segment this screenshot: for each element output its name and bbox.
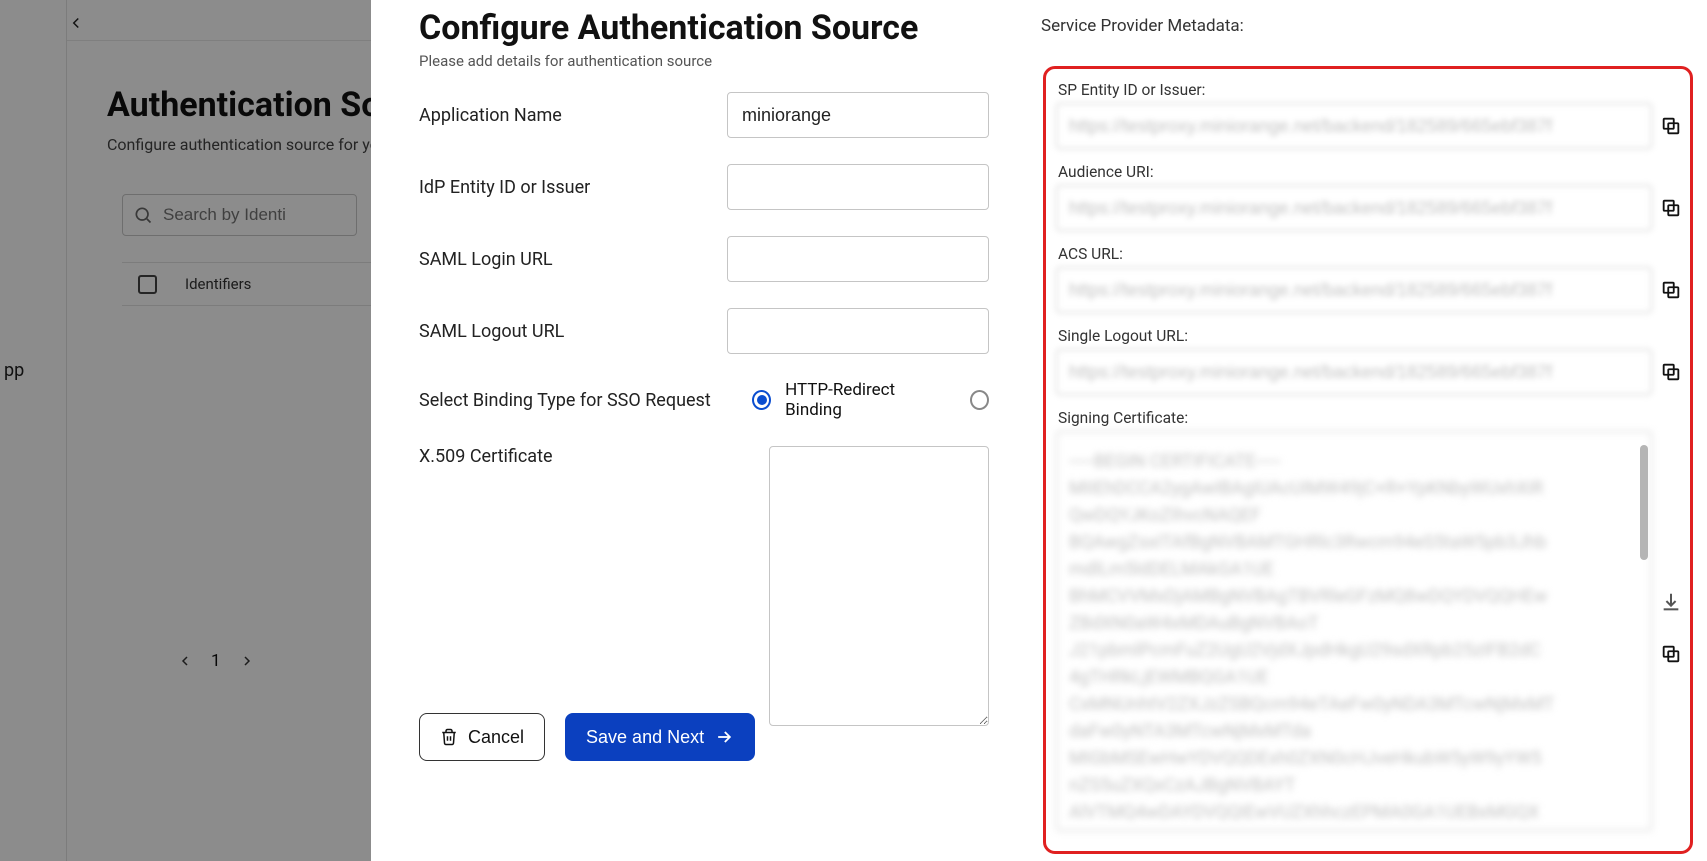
modal-subtitle: Please add details for authentication so…: [419, 52, 989, 70]
copy-audience-button[interactable]: [1660, 197, 1682, 219]
sp-panel-title: Service Provider Metadata:: [1021, 0, 1707, 46]
sp-metadata-panel: Service Provider Metadata: SP Entity ID …: [1021, 0, 1707, 861]
arrow-right-icon: [714, 727, 734, 747]
input-sp-entity[interactable]: [1056, 103, 1652, 149]
download-icon: [1660, 591, 1682, 613]
input-idp-entity[interactable]: [727, 164, 989, 210]
copy-icon: [1660, 279, 1682, 301]
sp-metadata-box: SP Entity ID or Issuer: Audience URI: AC…: [1043, 66, 1693, 854]
input-saml-login[interactable]: [727, 236, 989, 282]
copy-icon: [1660, 115, 1682, 137]
input-slo[interactable]: [1056, 349, 1652, 395]
copy-acs-button[interactable]: [1660, 279, 1682, 301]
cancel-button[interactable]: Cancel: [419, 713, 545, 761]
trash-icon: [440, 728, 458, 746]
input-audience[interactable]: [1056, 185, 1652, 231]
input-app-name[interactable]: [727, 92, 989, 138]
label-sp-entity: SP Entity ID or Issuer:: [1058, 81, 1682, 99]
copy-cert-button[interactable]: [1660, 643, 1682, 665]
label-binding-type: Select Binding Type for SSO Request: [419, 390, 752, 411]
label-idp-entity: IdP Entity ID or Issuer: [419, 177, 727, 198]
save-next-button[interactable]: Save and Next: [565, 713, 755, 761]
radio-other-binding[interactable]: [970, 390, 989, 410]
cancel-label: Cancel: [468, 727, 524, 748]
label-cert: Signing Certificate:: [1058, 409, 1682, 427]
label-app-name: Application Name: [419, 105, 727, 126]
download-cert-button[interactable]: [1660, 591, 1682, 613]
copy-icon: [1660, 643, 1682, 665]
label-acs: ACS URL:: [1058, 245, 1682, 263]
label-saml-logout: SAML Logout URL: [419, 321, 727, 342]
copy-icon: [1660, 361, 1682, 383]
input-acs[interactable]: [1056, 267, 1652, 313]
label-x509: X.509 Certificate: [419, 446, 769, 467]
modal-title: Configure Authentication Source: [419, 8, 989, 48]
label-slo: Single Logout URL:: [1058, 327, 1682, 345]
input-saml-logout[interactable]: [727, 308, 989, 354]
radio-http-redirect-label: HTTP-Redirect Binding: [785, 380, 946, 420]
copy-sp-entity-button[interactable]: [1660, 115, 1682, 137]
cert-textarea[interactable]: -----BEGIN CERTIFICATE----- MIIEhDCCA2yg…: [1056, 431, 1652, 831]
label-saml-login: SAML Login URL: [419, 249, 727, 270]
radio-http-redirect[interactable]: [752, 390, 771, 410]
label-audience: Audience URI:: [1058, 163, 1682, 181]
copy-icon: [1660, 197, 1682, 219]
input-x509[interactable]: [769, 446, 989, 726]
configure-auth-modal: Configure Authentication Source Please a…: [371, 0, 1021, 861]
save-next-label: Save and Next: [586, 727, 704, 748]
copy-slo-button[interactable]: [1660, 361, 1682, 383]
cert-scrollbar[interactable]: [1640, 445, 1648, 560]
